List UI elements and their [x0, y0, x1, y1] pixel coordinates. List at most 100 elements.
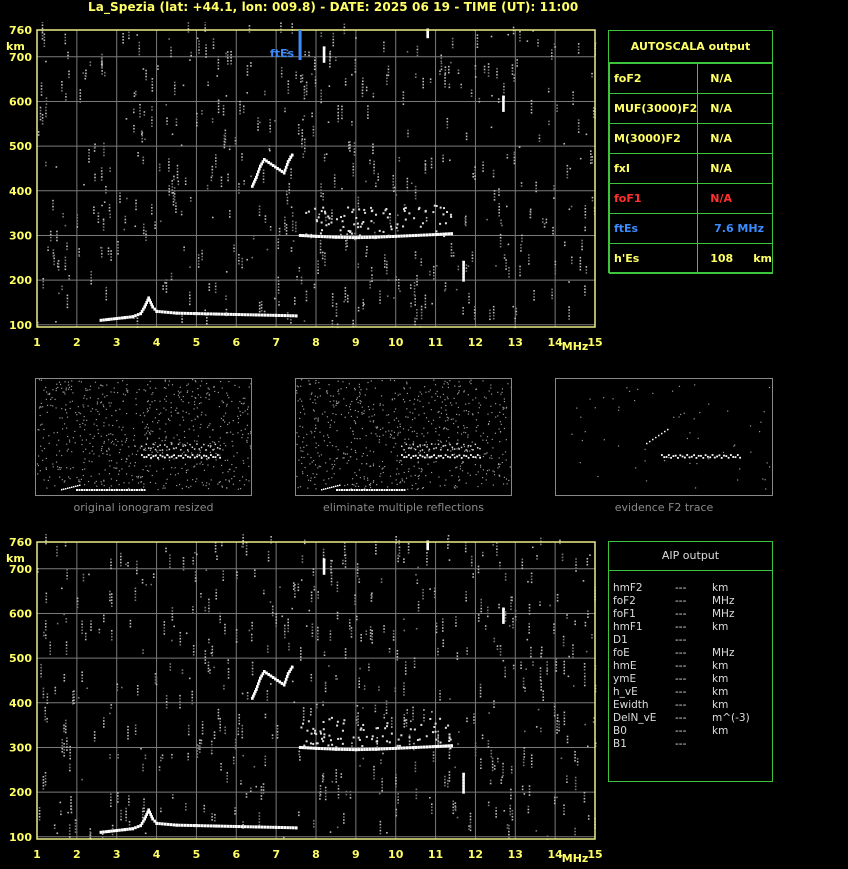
noise-dot: [343, 26, 346, 29]
noise-dot: [63, 676, 66, 679]
noise-dot: [512, 26, 515, 29]
noise-dot: [576, 764, 579, 766]
noise-dot: [79, 92, 82, 94]
noise-dot: [556, 717, 559, 719]
small-noise-dot: [372, 463, 375, 465]
small-noise-dot: [57, 468, 59, 470]
noise-dot: [563, 244, 566, 247]
noise-dot: [204, 606, 207, 609]
small-noise-dot: [477, 412, 479, 414]
noise-dot: [448, 754, 451, 757]
noise-dot: [260, 798, 263, 800]
small-noise-dot: [149, 465, 151, 467]
noise-dot: [168, 191, 171, 193]
small-noise-dot: [432, 419, 435, 421]
small-noise-dot: [463, 446, 466, 448]
noise-dot: [142, 763, 144, 766]
small-noise-dot: [498, 457, 500, 459]
noise-dot: [392, 183, 395, 186]
noise-dot: [537, 42, 539, 44]
f-region-dot: [351, 211, 354, 214]
trace-point: [189, 311, 193, 315]
noise-dot: [542, 696, 545, 698]
noise-dot: [168, 194, 171, 196]
small-noise-dot: [329, 400, 331, 403]
noise-dot: [437, 740, 440, 743]
small-e-trace: [98, 489, 101, 491]
noise-dot: [344, 290, 347, 292]
noise-dot: [413, 663, 416, 666]
noise-dot: [412, 706, 414, 709]
small-noise-dot: [384, 465, 386, 468]
small-noise-dot: [382, 404, 384, 406]
small-noise-dot: [335, 413, 337, 416]
noise-dot: [43, 39, 46, 42]
noise-dot: [511, 70, 514, 72]
noise-dot: [447, 537, 450, 540]
noise-dot: [487, 72, 490, 74]
noise-dot: [495, 265, 497, 267]
small-noise-dot: [349, 403, 352, 405]
small-noise-dot: [452, 418, 454, 420]
noise-dot: [484, 628, 487, 630]
noise-dot: [46, 699, 49, 701]
noise-dot: [535, 181, 537, 184]
small-f-trace: [700, 454, 702, 457]
x-tick-label: 8: [312, 336, 320, 349]
small-noise-dot: [453, 453, 455, 455]
small-noise-dot: [82, 404, 84, 406]
noise-dot: [268, 145, 271, 147]
noise-dot: [397, 287, 400, 290]
trace-point: [123, 316, 127, 320]
noise-dot: [358, 578, 361, 580]
noise-dot: [498, 205, 501, 208]
small-noise-dot: [502, 483, 505, 485]
noise-dot: [337, 796, 340, 799]
noise-dot: [502, 771, 504, 774]
noise-dot: [381, 786, 383, 789]
small-noise-dot: [137, 450, 139, 452]
small-noise-dot: [190, 485, 192, 487]
small-f-trace: [219, 456, 221, 459]
noise-dot: [117, 753, 119, 756]
noise-dot: [528, 785, 531, 787]
noise-dot: [243, 183, 245, 185]
trace-point: [502, 106, 505, 110]
noise-dot: [470, 561, 473, 564]
noise-dot: [65, 96, 67, 98]
noise-dot: [211, 168, 214, 171]
small-noise-dot: [335, 404, 337, 407]
small-noise-dot: [418, 467, 420, 470]
small-noise-dot: [358, 386, 360, 388]
noise-dot: [237, 727, 240, 730]
noise-dot: [590, 150, 592, 152]
small-noise-dot: [219, 444, 221, 446]
noise-dot: [286, 199, 289, 202]
noise-dot: [464, 550, 467, 553]
small-noise-dot: [208, 424, 210, 427]
noise-dot: [373, 765, 375, 768]
noise-dot: [513, 159, 516, 162]
noise-dot: [330, 574, 333, 577]
small-f-trace: [463, 443, 465, 446]
small-noise-dot: [39, 406, 41, 408]
noise-dot: [252, 237, 255, 240]
noise-dot: [591, 75, 593, 78]
noise-dot: [378, 689, 380, 691]
noise-dot: [553, 702, 556, 705]
noise-dot: [56, 545, 58, 548]
noise-dot: [134, 730, 137, 733]
noise-dot: [579, 268, 582, 271]
f-region-dot: [359, 225, 362, 228]
noise-dot: [238, 716, 241, 719]
noise-dot: [297, 130, 300, 132]
noise-dot: [264, 764, 267, 767]
noise-dot: [368, 663, 370, 666]
noise-dot: [142, 769, 144, 772]
small-noise-dot: [182, 419, 185, 421]
x-unit-label: MHz: [562, 340, 589, 353]
f-region-dot: [363, 208, 366, 211]
small-noise-dot: [67, 388, 70, 390]
small-noise-dot: [89, 388, 91, 391]
small-noise-dot: [495, 403, 497, 405]
